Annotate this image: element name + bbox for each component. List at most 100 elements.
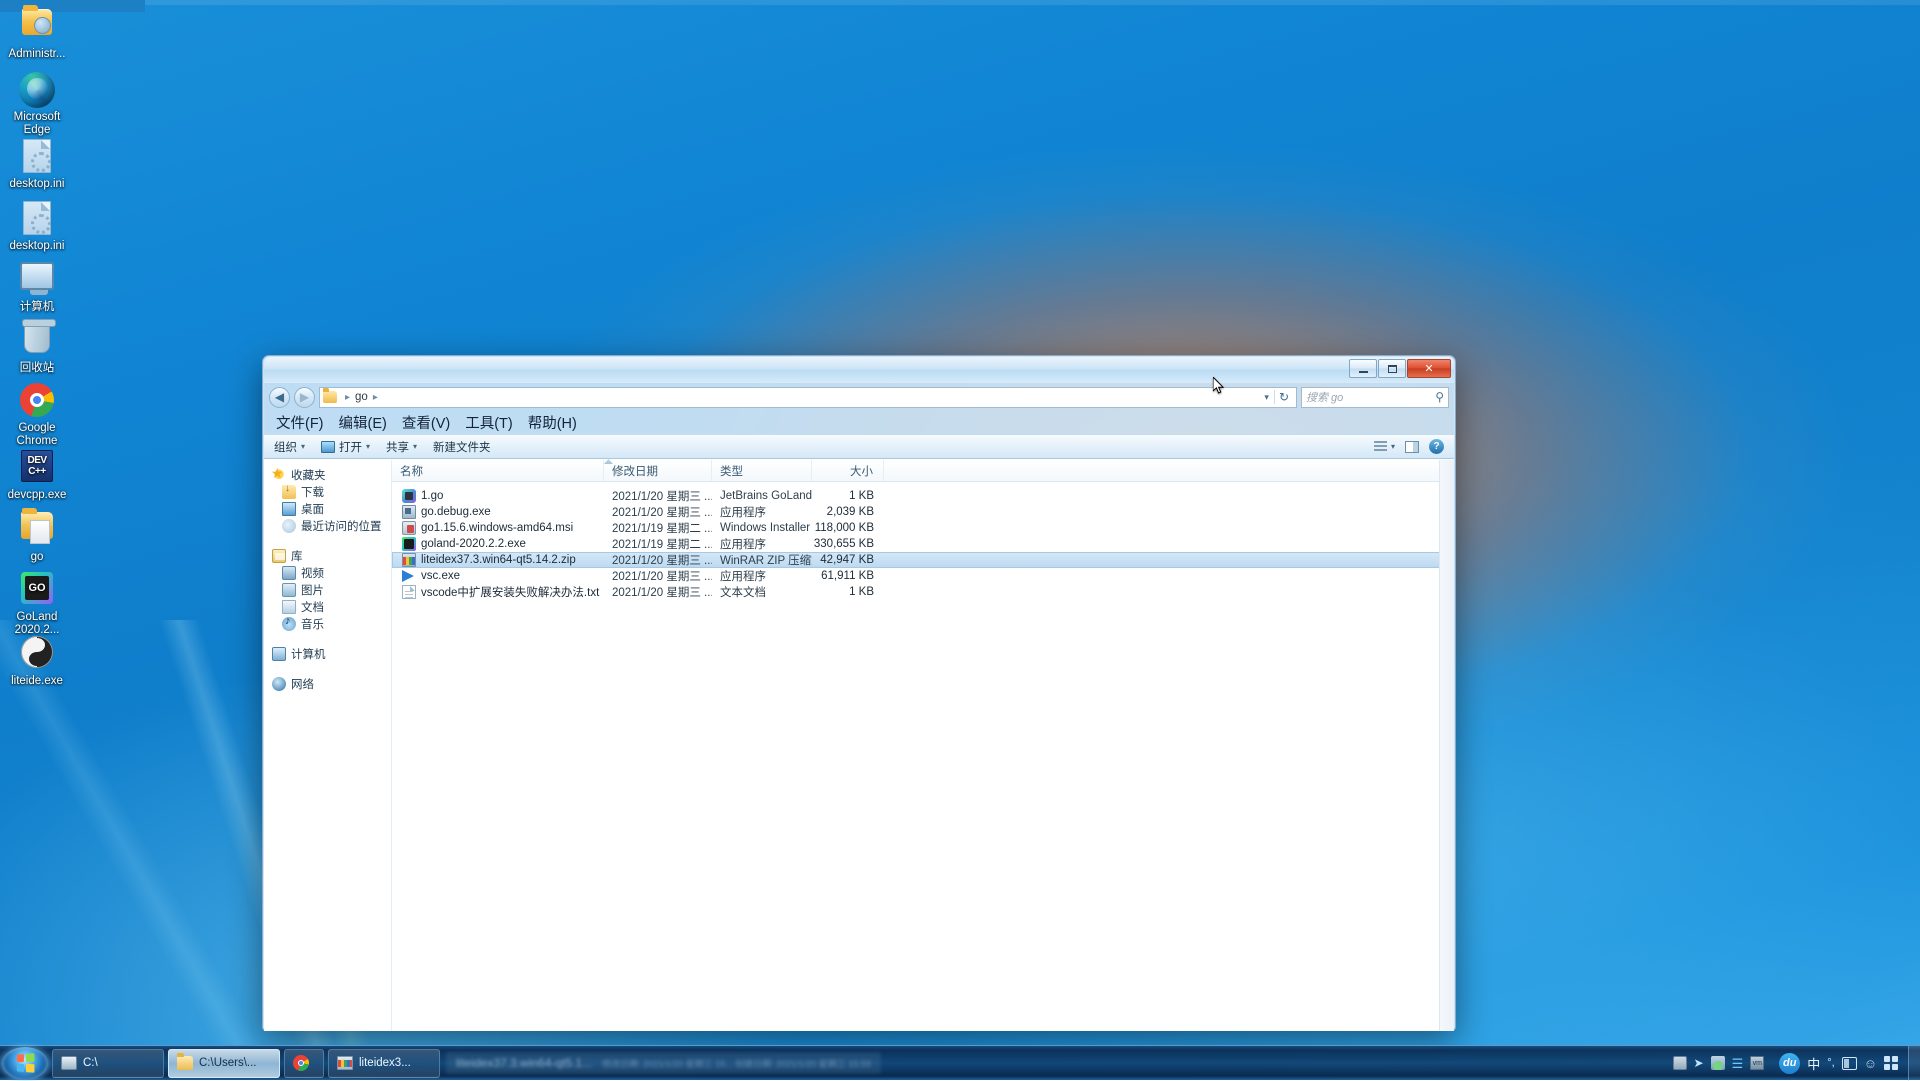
sidebar-item-pictures[interactable]: 图片 (270, 581, 391, 598)
taskbar-button-c-drive[interactable]: C:\ (52, 1049, 164, 1078)
navigation-pane: 收藏夹 下载 桌面 最近访问的位置 (264, 460, 392, 1031)
vertical-scrollbar[interactable] (1439, 460, 1454, 1031)
view-options-icon (1374, 441, 1387, 452)
baidu-icon[interactable]: du (1779, 1053, 1800, 1074)
desktop-icon-computer[interactable]: 计算机 (0, 258, 74, 314)
table-row[interactable]: go.debug.exe 2021/1/20 星期三 ... 应用程序 2,03… (392, 504, 1454, 520)
refresh-icon[interactable]: ↻ (1274, 390, 1293, 404)
taskbar-button-chrome[interactable] (284, 1049, 324, 1078)
menu-tools[interactable]: 工具(T) (465, 412, 513, 433)
bluetooth-icon[interactable]: ☰ (1732, 1057, 1744, 1070)
table-row[interactable]: vsc.exe 2021/1/20 星期三 ... 应用程序 61,911 KB (392, 568, 1454, 584)
desktop-icon-label: liteide.exe (0, 675, 74, 688)
desktop-icon (282, 502, 296, 516)
desktop-icon-devcpp[interactable]: DEVC++ devcpp.exe (0, 448, 74, 502)
file-date-cell: 2021/1/19 星期二 ... (604, 520, 712, 536)
desktop-icon-desktop-ini-1[interactable]: desktop.ini (0, 138, 74, 191)
share-button[interactable]: 共享 ▾ (386, 439, 417, 455)
vm-icon[interactable]: vm (1750, 1056, 1764, 1070)
ime-punctuation-icon[interactable]: °, (1827, 1057, 1834, 1069)
keyboard-icon[interactable] (1673, 1056, 1687, 1070)
maximize-button[interactable] (1378, 359, 1406, 378)
back-button[interactable]: ◀ (269, 387, 290, 408)
table-row[interactable]: goland-2020.2.2.exe 2021/1/19 星期二 ... 应用… (392, 536, 1454, 552)
desktop-icon-go-folder[interactable]: go (0, 508, 74, 564)
taskbar-button-users-folder[interactable]: C:\Users\... (168, 1049, 280, 1078)
breadcrumb[interactable]: ▸ go ▸ ▾ ↻ (319, 387, 1297, 408)
sidebar-item-desktop[interactable]: 桌面 (270, 500, 391, 517)
menu-file[interactable]: 文件(F) (276, 412, 324, 433)
sidebar-item-documents[interactable]: 文档 (270, 598, 391, 615)
network-icon (272, 677, 286, 691)
menu-edit[interactable]: 编辑(E) (339, 412, 387, 433)
ime-pane-icon[interactable] (1842, 1057, 1857, 1070)
new-folder-button[interactable]: 新建文件夹 (433, 439, 491, 455)
windows-logo-icon (17, 1053, 35, 1072)
sidebar-item-libraries[interactable]: 库 (270, 547, 391, 564)
music-icon (282, 617, 296, 631)
txt-file-icon (402, 585, 416, 599)
desktop-icon-goland[interactable]: GoLand 2020.2... (0, 570, 74, 636)
help-icon[interactable]: ? (1429, 439, 1444, 454)
ime-mode-icon[interactable]: 中 (1807, 1054, 1820, 1073)
network-icon[interactable] (1711, 1056, 1725, 1070)
desktop-icon-desktop-ini-2[interactable]: desktop.ini (0, 200, 74, 253)
sidebar-item-music[interactable]: 音乐 (270, 615, 391, 632)
cursor-icon[interactable]: ➤ (1694, 1057, 1704, 1069)
table-row[interactable]: vscode中扩展安装失败解决办法.txt 2021/1/20 星期三 ... … (392, 584, 1454, 600)
open-button[interactable]: 打开 ▾ (321, 439, 370, 455)
file-date-cell: 2021/1/20 星期三 ... (604, 488, 712, 504)
desktop-icon-administrator[interactable]: Administr... (0, 4, 74, 61)
ime-grid-icon[interactable] (1884, 1056, 1898, 1070)
preview-pane-icon[interactable] (1405, 441, 1419, 453)
chrome-icon (293, 1055, 309, 1071)
table-row[interactable]: 1.go 2021/1/20 星期三 ... JetBrains GoLand … (392, 488, 1454, 504)
sidebar-item-recent-places[interactable]: 最近访问的位置 (270, 517, 391, 534)
file-size-cell: 2,039 KB (812, 506, 884, 518)
column-header-type[interactable]: 类型 (712, 460, 812, 481)
desktop-icon-label: go (0, 551, 74, 564)
organize-label: 组织 (274, 439, 297, 455)
start-button[interactable] (2, 1047, 48, 1080)
search-box[interactable]: 搜索 go ⚲ (1301, 387, 1449, 408)
organize-button[interactable]: 组织 ▾ (274, 439, 305, 455)
taskbar-button-liteide-zip[interactable]: liteidex3... (328, 1049, 440, 1078)
column-header-date[interactable]: 修改日期 (604, 460, 712, 481)
menu-help[interactable]: 帮助(H) (528, 412, 577, 433)
view-options-button[interactable]: ▾ (1374, 441, 1395, 452)
forward-button[interactable]: ▶ (294, 387, 315, 408)
chrome-icon (19, 383, 55, 419)
breadcrumb-separator[interactable]: ▸ (373, 392, 378, 403)
desktop-icon-liteide[interactable]: liteide.exe (0, 634, 74, 688)
star-icon (272, 468, 286, 482)
desktop-icon-microsoft-edge[interactable]: Microsoft Edge (0, 72, 74, 136)
documents-icon (282, 600, 296, 614)
close-button[interactable]: ✕ (1407, 359, 1451, 378)
show-desktop-button[interactable] (1908, 1046, 1920, 1081)
sidebar-item-label: 网络 (291, 676, 314, 692)
window-title-bar[interactable]: ✕ (264, 357, 1454, 383)
file-date-cell: 2021/1/19 星期二 ... (604, 536, 712, 552)
desktop-icon-recycle-bin[interactable]: 回收站 (0, 320, 74, 375)
menu-view[interactable]: 查看(V) (402, 412, 450, 433)
column-header-name[interactable]: 名称 (392, 460, 604, 481)
sidebar-item-videos[interactable]: 视频 (270, 564, 391, 581)
minimize-button[interactable] (1349, 359, 1377, 378)
table-row[interactable]: liteidex37.3.win64-qt5.14.2.zip 2021/1/2… (392, 552, 1454, 568)
desktop-icon-google-chrome[interactable]: Google Chrome (0, 382, 74, 447)
desktop-background: Administr... Microsoft Edge desktop.ini … (0, 0, 1920, 1080)
column-header-size[interactable]: 大小 (812, 460, 884, 481)
ime-person-icon[interactable]: ☺ (1864, 1056, 1877, 1071)
ini-file-icon (19, 201, 55, 237)
folder-icon (177, 1056, 193, 1070)
sidebar-item-downloads[interactable]: 下载 (270, 483, 391, 500)
table-row[interactable]: go1.15.6.windows-amd64.msi 2021/1/19 星期二… (392, 520, 1454, 536)
explorer-window[interactable]: ✕ ◀ ▶ ▸ go ▸ ▾ ↻ 搜索 go ⚲ 文件(F) 编辑(E) 查看(… (262, 355, 1456, 1031)
breadcrumb-dropdown-icon[interactable]: ▾ (1259, 392, 1274, 403)
file-type-cell: JetBrains GoLand (712, 490, 812, 502)
sidebar-item-network[interactable]: 网络 (270, 675, 391, 692)
sidebar-item-favorites[interactable]: 收藏夹 (270, 466, 391, 483)
taskbar-button-label: C:\ (83, 1057, 98, 1069)
sidebar-item-computer[interactable]: 计算机 (270, 645, 391, 662)
breadcrumb-item-go[interactable]: go (355, 391, 368, 403)
